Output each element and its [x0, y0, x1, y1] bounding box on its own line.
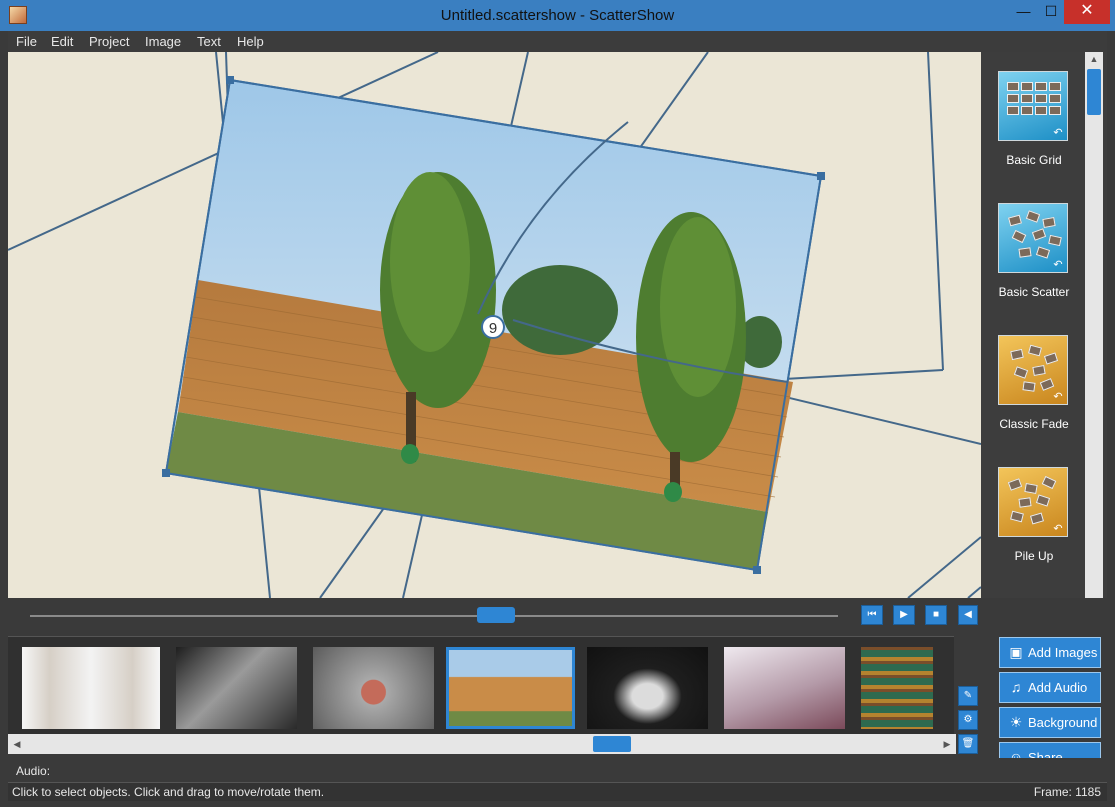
play-icon[interactable]: ▶ [893, 605, 915, 625]
resize-handle-bottom-left[interactable] [162, 469, 170, 477]
minimize-button[interactable]: — [1009, 0, 1038, 24]
camera-icon: ▣ [1009, 644, 1023, 660]
close-button[interactable]: ✕ [1064, 0, 1110, 24]
status-bar: Click to select objects. Click and drag … [8, 782, 1107, 801]
pin-icon[interactable]: ✎ [958, 686, 978, 706]
theme-pile-up[interactable]: ↶ Pile Up [998, 467, 1070, 563]
scrollbar-thumb[interactable] [593, 736, 631, 752]
menu-help[interactable]: Help [237, 34, 264, 49]
pileup-theme-icon: ↶ [998, 467, 1068, 537]
trash-icon[interactable]: 🗑 [958, 734, 978, 754]
photo-twin-faces[interactable] [22, 647, 160, 729]
menu-project[interactable]: Project [89, 34, 129, 49]
undo-arrow-icon: ↶ [1053, 127, 1063, 139]
sun-icon: ☀ [1009, 714, 1023, 730]
gear-icon[interactable]: ⚙ [958, 710, 978, 730]
menu-text[interactable]: Text [197, 34, 221, 49]
fade-theme-icon: ↶ [998, 335, 1068, 405]
slide-index-text: 9 [489, 320, 497, 337]
window-title: Untitled.scattershow - ScatterShow [440, 7, 675, 24]
status-message: Click to select objects. Click and drag … [12, 785, 325, 799]
scroll-up-icon[interactable]: ▲ [1085, 52, 1103, 66]
slide-index-marker[interactable]: 9 [481, 315, 505, 339]
slideshow-canvas[interactable]: 9 [8, 52, 981, 598]
undo-arrow-icon: ↶ [1053, 391, 1063, 403]
grid-theme-icon: ↶ [998, 71, 1068, 141]
audio-track[interactable]: Audio: [8, 758, 1107, 782]
resize-handle-bottom-right[interactable] [753, 566, 761, 574]
resize-handle-top-right[interactable] [817, 172, 825, 180]
theme-label: Classic Fade [999, 417, 1069, 431]
add-images-button[interactable]: ▣ Add Images [999, 637, 1101, 668]
photo-splash-portrait[interactable] [313, 647, 434, 729]
timeline-slider[interactable] [477, 607, 515, 623]
skip-start-icon[interactable]: ⏮ [861, 605, 883, 625]
theme-scrollbar[interactable]: ▲ [1085, 52, 1103, 598]
theme-classic-fade[interactable]: ↶ Classic Fade [998, 335, 1070, 431]
scroll-left-icon[interactable]: ◀ [8, 734, 26, 754]
scroll-right-icon[interactable]: ▶ [938, 734, 956, 754]
undo-arrow-icon: ↶ [1053, 523, 1063, 535]
canvas-drawing: 9 [8, 52, 981, 598]
theme-label: Basic Grid [1006, 153, 1062, 167]
audio-label: Audio: [16, 764, 51, 778]
menu-file[interactable]: File [16, 34, 37, 49]
scatter-theme-icon: ↶ [998, 203, 1068, 273]
maximize-button[interactable]: ☐ [1038, 0, 1064, 24]
headphones-icon: ♫ [1010, 679, 1022, 695]
photo-arm-wrestling[interactable] [176, 647, 297, 729]
resize-handle-top-left[interactable] [226, 76, 234, 84]
photo-classic-car[interactable] [587, 647, 708, 729]
title-bar: Untitled.scattershow - ScatterShow — ☐ ✕ [0, 0, 1115, 31]
theme-basic-grid[interactable]: ↶ Basic Grid [998, 71, 1070, 167]
photo-bookshelf[interactable] [861, 647, 933, 729]
stop-icon[interactable]: ■ [925, 605, 947, 625]
frame-counter: Frame: 1185 [1033, 785, 1101, 799]
menu-image[interactable]: Image [145, 34, 181, 49]
volume-icon[interactable]: ◀ [958, 605, 978, 625]
theme-label: Pile Up [1014, 549, 1054, 563]
add-audio-button[interactable]: ♫ Add Audio [999, 672, 1101, 703]
undo-arrow-icon: ↶ [1053, 259, 1063, 271]
filmstrip [8, 636, 954, 735]
photo-skateboarder[interactable] [724, 647, 845, 729]
theme-basic-scatter[interactable]: ↶ Basic Scatter [998, 203, 1070, 299]
playback-bar: ⏮ ▶ ■ ◀ [8, 598, 981, 632]
filmstrip-scrollbar[interactable]: ◀ ▶ [8, 734, 956, 754]
theme-label: Basic Scatter [998, 285, 1070, 299]
timeline-track[interactable] [30, 615, 838, 617]
menu-bar: File Edit Project Image Text Help [8, 31, 1107, 52]
photo-trees-wall[interactable] [446, 647, 575, 729]
theme-sidebar: ↶ Basic Grid ↶ Basic Scatter ↶ Classic F… [981, 52, 1107, 598]
scrollbar-thumb[interactable] [1087, 69, 1101, 115]
menu-edit[interactable]: Edit [51, 34, 73, 49]
background-button[interactable]: ☀ Background [999, 707, 1101, 738]
